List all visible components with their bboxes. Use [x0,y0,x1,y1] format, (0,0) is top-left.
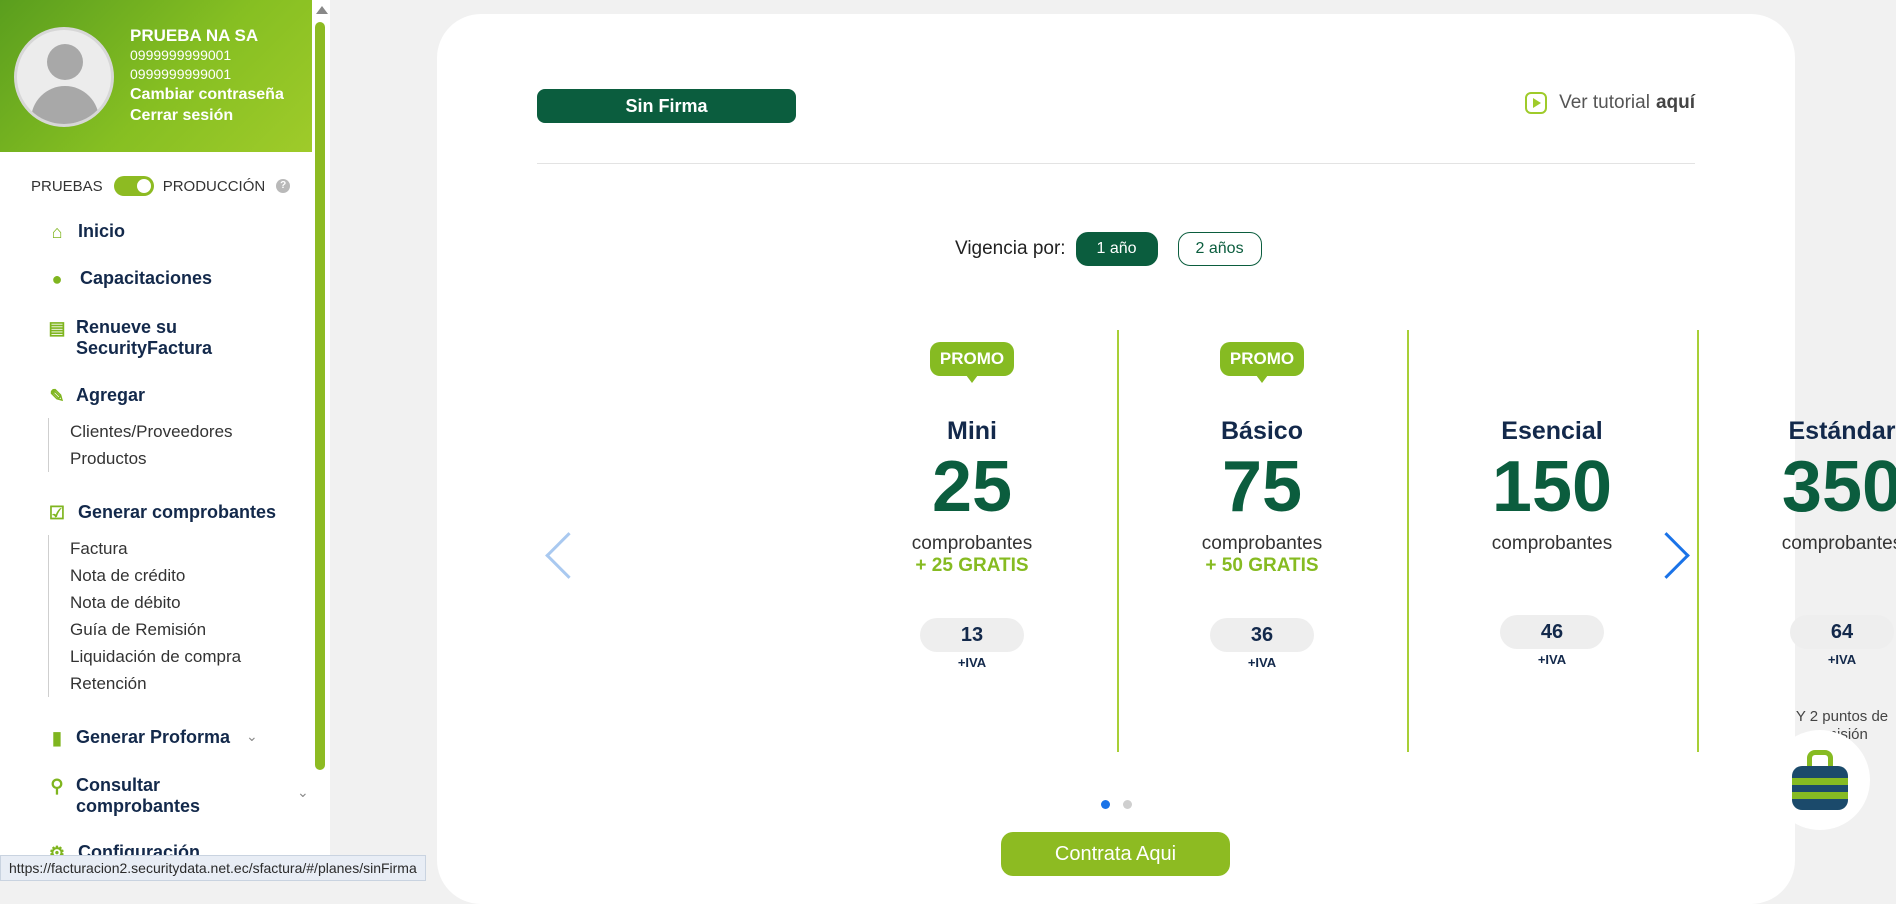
submenu-clientes[interactable]: Clientes/Proveedores [70,418,233,445]
plan-count: 25 [931,447,1013,527]
vigencia-2-years[interactable]: 2 años [1177,232,1262,266]
plan-iva: +IVA [957,655,987,670]
nav-generar-label: Generar comprobantes [78,502,277,522]
environment-switch: PRUEBAS PRODUCCIÓN ? [31,176,291,196]
plan-iva: +IVA [1247,655,1277,670]
logout-link[interactable]: Cerrar sesión [130,105,284,126]
chevron-down-icon[interactable]: ⌄ [246,728,258,745]
nav-consultar-line2: comprobantes [76,796,201,816]
promo-badge: PROMO [1220,342,1304,383]
carousel-prev-arrow[interactable] [545,532,592,579]
vigencia-1-year[interactable]: 1 año [1075,232,1158,266]
plan-price: 64 [1790,615,1894,649]
submenu-productos[interactable]: Productos [70,445,233,472]
profile-ruc-2: 0999999999001 [130,66,232,82]
status-bar-url: https://facturacion2.securitydata.net.ec… [0,855,426,881]
plan-unit: comprobantes [1781,533,1896,554]
header-divider [537,163,1695,164]
nav-inicio-label: Inicio [78,221,126,241]
nav-generar-comprobantes[interactable]: ☑ Generar comprobantes [46,502,276,524]
help-icon[interactable]: ? [276,179,291,193]
plan-count: 75 [1221,447,1303,527]
nav-renueve-line1: Renueve su [76,317,178,337]
tutorial-link[interactable]: Ver tutorial aquí [1525,92,1695,114]
plan-iva: +IVA [1827,652,1857,667]
contrata-aqui-button[interactable]: Contrata Aqui [1001,832,1230,876]
promo-badge: PROMO [930,342,1014,383]
plan-price: 46 [1500,615,1604,649]
vigencia-label: Vigencia por: [955,238,1066,259]
tutorial-bold: aquí [1655,92,1695,113]
environment-toggle[interactable] [113,176,154,196]
plan-card[interactable]: PROMO Básico 75 comprobantes + 50 GRATIS… [1117,330,1409,752]
submenu-liquidacion[interactable]: Liquidación de compra [70,643,241,670]
plan-count: 350 [1781,447,1896,527]
plan-unit: comprobantes [1201,533,1323,554]
nav-renueve[interactable]: ▤ Renueve su SecurityFactura [46,317,212,359]
plan-iva: +IVA [1537,652,1567,667]
profile-name: PRUEBA NA SA [130,26,259,45]
receipt-icon: ▤ [48,318,66,338]
profile-ruc: 0999999999001 [130,47,232,63]
nav-inicio[interactable]: ⌂ Inicio [46,221,125,243]
avatar[interactable] [14,27,114,127]
shopping-bag-icon [1792,766,1848,810]
nav-proforma-label: Generar Proforma [76,727,231,747]
home-icon: ⌂ [51,222,63,242]
generar-submenu: Factura Nota de crédito Nota de débito G… [48,535,241,697]
plan-price: 36 [1210,618,1314,652]
plan-card[interactable]: Esencial 150 comprobantes 46 +IVA [1407,330,1699,752]
scroll-up-arrow[interactable] [316,6,328,14]
nav-capacitaciones[interactable]: ● Capacitaciones [46,268,213,290]
profile-panel: PRUEBA NA SA 0999999999001 0999999999001… [0,0,312,152]
plan-card[interactable]: PROMO Mini 25 comprobantes + 25 GRATIS 1… [827,330,1119,752]
chat-icon: ● [51,269,63,289]
agregar-submenu: Clientes/Proveedores Productos [48,418,233,472]
vigencia-selector: Vigencia por: 1 año 2 años [955,232,1262,266]
plan-name: Estándar [1788,417,1896,445]
submenu-guia-remision[interactable]: Guía de Remisión [70,616,241,643]
carousel-pagination [1101,800,1145,809]
tutorial-text: Ver tutorial [1559,92,1650,113]
search-icon: ⚲ [50,776,64,796]
nav-agregar[interactable]: ✎ Agregar [46,385,145,407]
change-password-link[interactable]: Cambiar contraseña [130,84,284,105]
chevron-down-icon[interactable]: ⌄ [297,784,309,801]
nav-renueve-line2: SecurityFactura [76,338,213,358]
play-icon [1525,92,1548,114]
nav-consultar-label: Consultar comprobantes [76,775,200,817]
plan-bonus: + 25 GRATIS [915,555,1029,576]
checklist-icon: ☑ [48,503,66,523]
scrollbar-thumb[interactable] [315,22,325,770]
submenu-nota-credito[interactable]: Nota de crédito [70,562,241,589]
plan-count: 150 [1491,447,1613,527]
plan-name: Básico [1221,417,1303,445]
submenu-nota-debito[interactable]: Nota de débito [70,589,241,616]
env-label-tests: PRUEBAS [31,177,103,195]
nav-renueve-label: Renueve su SecurityFactura [76,317,212,359]
nav-consultar[interactable]: ⚲ Consultar comprobantes [46,775,200,817]
nav-generar-proforma[interactable]: ▮ Generar Proforma [46,727,230,749]
sin-firma-button[interactable]: Sin Firma [537,89,796,123]
submenu-retencion[interactable]: Retención [70,670,241,697]
nav-capacitaciones-label: Capacitaciones [80,268,213,288]
plan-name: Esencial [1501,417,1603,445]
plan-unit: comprobantes [911,533,1033,554]
pencil-icon: ✎ [49,386,65,406]
plan-card[interactable]: Estándar 350 comprobantes 64 +IVA Y 2 pu… [1697,330,1896,752]
nav-consultar-line1: Consultar [76,775,161,795]
sidebar: PRUEBA NA SA 0999999999001 0999999999001… [0,0,330,881]
plan-note-line1: Y 2 puntos de [1795,708,1889,725]
env-label-production: PRODUCCIÓN [162,177,266,195]
document-icon: ▮ [52,728,62,748]
submenu-factura[interactable]: Factura [70,535,241,562]
shop-bag-button[interactable] [1770,730,1870,830]
plans-card: Sin Firma Ver tutorial aquí Vigencia por… [437,14,1896,904]
plan-bonus: + 50 GRATIS [1205,555,1319,576]
plan-price: 13 [920,618,1024,652]
pagination-dot-active[interactable] [1101,800,1110,809]
nav-agregar-label: Agregar [76,385,146,405]
pagination-dot[interactable] [1123,800,1132,809]
plan-name: Mini [947,417,997,445]
